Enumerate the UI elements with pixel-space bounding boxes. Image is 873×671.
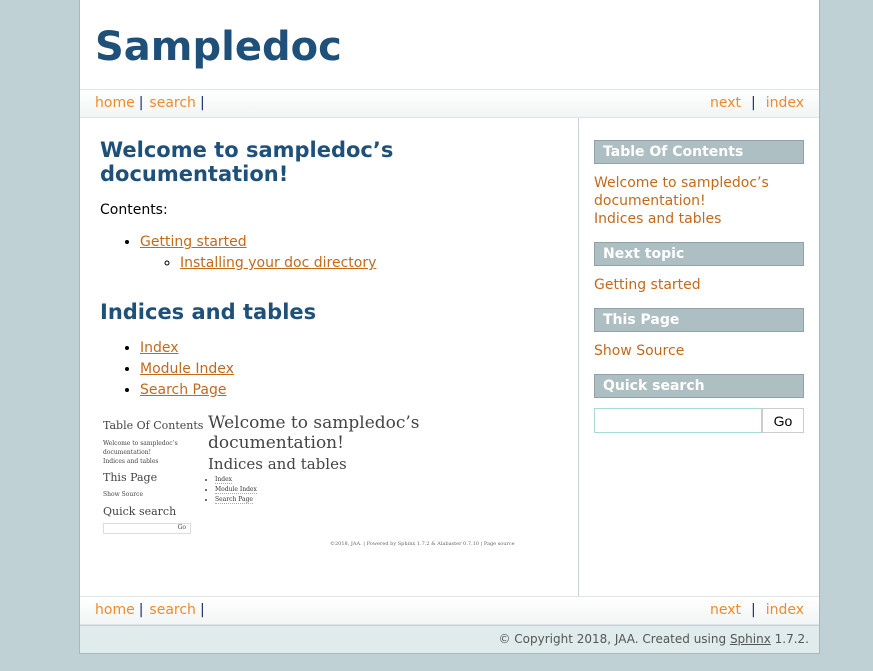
shot-this-page: This Page [103,471,158,484]
header: Sampledoc [80,0,819,89]
separator: | [199,602,205,618]
sidebar-this-page-heading: This Page [594,308,804,332]
show-source-link[interactable]: Show Source [594,342,804,360]
shot-footer: ©2018, JAA. | Powered by Sphinx 1.7.2 & … [330,541,515,547]
shot-search-page: Search Page [215,496,253,504]
copyright-footer: © Copyright 2018, JAA. Created using Sph… [80,625,819,653]
sphinx-version: 1.7.2. [770,632,809,646]
index-link[interactable]: index [766,602,804,618]
sidebar-next-heading: Next topic [594,242,804,266]
shot-search-box: Go [103,523,191,534]
next-link[interactable]: next [710,602,741,618]
copyright-text: © Copyright 2018, JAA. Created using [498,632,730,646]
page: Sampledoc home | search | next | index Welcom… [79,0,820,654]
search-link[interactable]: search [149,602,196,618]
bottom-nav: home | search | next | index [80,596,819,625]
shot-indices: Indices and tables [208,455,347,473]
shot-quick-search: Quick search [103,505,177,518]
go-button[interactable]: Go [762,408,804,433]
next-link[interactable]: next [710,95,741,111]
separator: | [138,95,144,111]
main-content: Welcome to sampledoc’s documentation! Co… [80,118,579,596]
module-index-link[interactable]: Module Index [140,361,234,377]
sidebar-toc-welcome[interactable]: Welcome to sampledoc’s documentation! [594,174,804,210]
home-link[interactable]: home [95,95,135,111]
separator: | [750,602,756,618]
shot-go: Go [177,524,186,531]
shot-index: Index [215,476,233,484]
index-link[interactable]: index [766,95,804,111]
home-link[interactable]: home [95,602,135,618]
sphinx-link[interactable]: Sphinx [730,632,771,646]
separator: | [138,602,144,618]
shot-title: Welcome to sampledoc’s documentation! [208,413,420,453]
sidebar-toc-heading: Table Of Contents [594,140,804,164]
sidebar: Table Of Contents Welcome to sampledoc’s… [579,118,819,596]
shot-toc-2: Indices and tables [103,458,159,465]
shot-toc: Welcome to sampledoc’s documentation! Ind… [103,439,178,466]
separator: | [750,95,756,111]
search-page-link[interactable]: Search Page [140,382,226,398]
top-nav: home | search | next | index [80,89,819,118]
separator: | [199,95,205,111]
quick-search-heading: Quick search [594,374,804,398]
page-title: Welcome to sampledoc’s documentation! [100,138,394,186]
shot-show-source: Show Source [103,491,143,498]
toc-link-installing[interactable]: Installing your doc directory [180,255,376,271]
index-link[interactable]: Index [140,340,179,356]
shot-toc-title: Table Of Contents [103,419,204,432]
contents-label: Contents: [100,202,168,218]
search-input[interactable] [594,408,762,433]
toc-link-getting-started[interactable]: Getting started [140,234,247,250]
shot-index-list: Index Module Index Search Page [175,475,257,505]
search-link[interactable]: search [149,95,196,111]
sidebar-next-link[interactable]: Getting started [594,276,804,294]
shot-toc-1: Welcome to sampledoc’s documentation! [103,440,178,456]
embedded-screenshot: Table Of Contents Welcome to sampledoc’s… [100,413,558,569]
indices-heading: Indices and tables [100,300,317,324]
site-title: Sampledoc [95,24,342,70]
sidebar-toc-indices[interactable]: Indices and tables [594,210,804,228]
shot-module-index: Module Index [215,486,257,494]
